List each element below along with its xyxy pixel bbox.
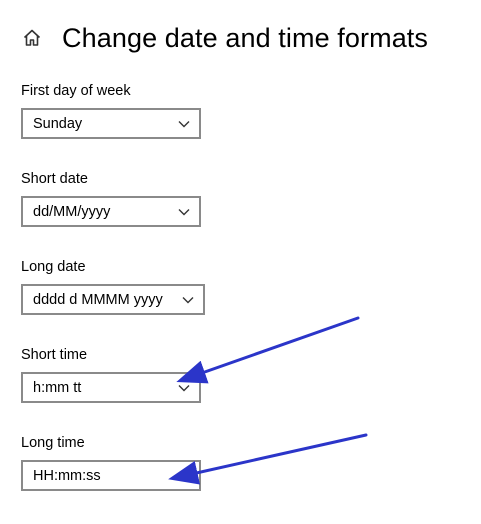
chevron-down-icon [177, 117, 191, 131]
chevron-down-icon [177, 381, 191, 395]
short-date-dropdown[interactable]: dd/MM/yyyy [21, 196, 201, 227]
long-time-label: Long time [21, 435, 85, 451]
chevron-down-icon [181, 293, 195, 307]
short-time-value: h:mm tt [33, 379, 82, 396]
long-time-value: HH:mm:ss [33, 467, 101, 484]
short-date-label: Short date [21, 171, 88, 187]
header: Change date and time formats [20, 18, 428, 58]
home-icon[interactable] [20, 26, 44, 50]
first-day-of-week-dropdown[interactable]: Sunday [21, 108, 201, 139]
long-date-label: Long date [21, 259, 86, 275]
annotation-arrow-long-time [168, 433, 368, 485]
setting-short-date: Short date dd/MM/yyyy [21, 171, 201, 227]
setting-first-day-of-week: First day of week Sunday [21, 83, 201, 139]
setting-short-time: Short time h:mm tt [21, 347, 201, 403]
short-time-label: Short time [21, 347, 88, 363]
setting-long-date: Long date dddd d MMMM yyyy [21, 259, 205, 315]
annotation-arrow-short-time [176, 316, 360, 384]
first-day-of-week-value: Sunday [33, 115, 83, 132]
short-time-dropdown[interactable]: h:mm tt [21, 372, 201, 403]
first-day-of-week-label: First day of week [21, 83, 131, 99]
page-title: Change date and time formats [62, 22, 429, 53]
short-date-value: dd/MM/yyyy [33, 203, 111, 220]
setting-long-time: Long time HH:mm:ss [21, 435, 201, 491]
chevron-down-icon [177, 205, 191, 219]
long-date-value: dddd d MMMM yyyy [33, 291, 163, 308]
long-time-dropdown[interactable]: HH:mm:ss [21, 460, 201, 491]
long-date-dropdown[interactable]: dddd d MMMM yyyy [21, 284, 205, 315]
